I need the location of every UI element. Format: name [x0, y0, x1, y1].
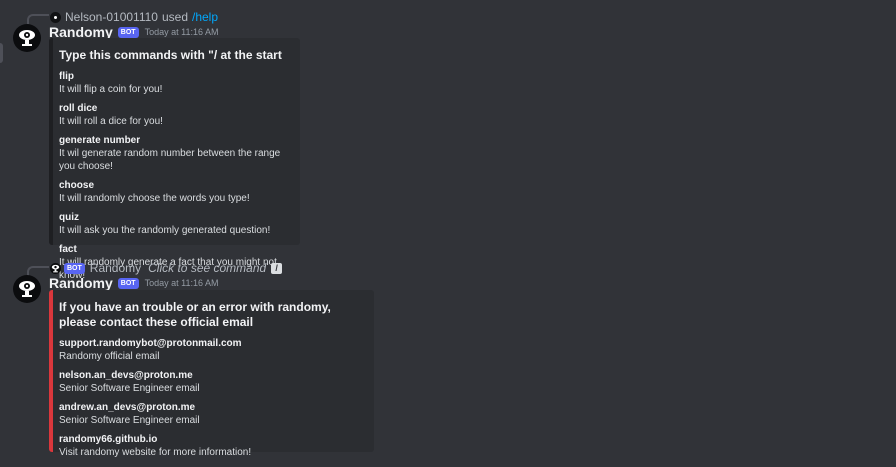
reply-connector [27, 14, 49, 24]
embed-field: randomy66.github.io Visit randomy websit… [59, 433, 362, 459]
reply-username[interactable]: Nelson-01001110 [65, 10, 158, 24]
field-value: It will randomly choose the words you ty… [59, 193, 250, 204]
field-name[interactable]: nelson.an_devs@proton.me [59, 369, 362, 382]
contact-embed: If you have an trouble or an error with … [49, 290, 374, 458]
embed-field: support.randomybot@protonmail.com Random… [59, 337, 362, 363]
scroll-indicator [0, 43, 3, 63]
bot-badge: BOT [117, 26, 139, 38]
bot-avatar[interactable] [13, 24, 41, 52]
field-value: It wil generate random number between th… [59, 148, 281, 172]
author-name[interactable]: Randomy [49, 275, 113, 291]
field-name: choose [59, 180, 95, 191]
field-value: Randomy official email [59, 351, 160, 362]
message-timestamp[interactable]: Today at 11:16 AM [145, 27, 219, 37]
embed-title: Type this commands with "/ at the start [59, 48, 282, 62]
field-value: Senior Software Engineer email [59, 415, 200, 426]
reply-preview[interactable]: BOT Randomy Click to see command / [50, 261, 283, 275]
field-value: It will roll a dice for you! [59, 116, 163, 127]
bot-mini-avatar-icon[interactable] [50, 262, 61, 274]
field-value: It will ask you the randomly generated q… [59, 225, 271, 236]
message-timestamp[interactable]: Today at 11:16 AM [145, 278, 219, 288]
field-name: flip [59, 71, 74, 82]
field-name: generate number [59, 135, 141, 146]
reply-command-link[interactable]: /help [192, 10, 218, 24]
bot-avatar[interactable] [13, 275, 41, 303]
reply-username[interactable]: Randomy [90, 261, 141, 275]
field-name: quiz [59, 212, 79, 223]
embed-field: roll dice It will roll a dice for you! [59, 102, 288, 128]
embed-field: choose It will randomly choose the words… [59, 179, 288, 205]
field-name[interactable]: andrew.an_devs@proton.me [59, 401, 362, 414]
embed-field: generate number It wil generate random n… [59, 134, 288, 173]
field-value: It will flip a coin for you! [59, 84, 163, 95]
slash-command-icon[interactable]: / [271, 262, 283, 274]
robot-eye-icon [19, 281, 35, 297]
robot-eye-icon [19, 30, 35, 46]
bot-badge: BOT [117, 277, 139, 289]
reply-action: used [161, 10, 188, 24]
message-header: Randomy BOT Today at 11:16 AM [49, 275, 218, 291]
embed-field: quiz It will ask you the randomly genera… [59, 211, 288, 237]
field-value: Senior Software Engineer email [59, 383, 200, 394]
help-embed: Type this commands with "/ at the start … [49, 38, 300, 281]
reply-preview[interactable]: Nelson-01001110 used /help [50, 10, 218, 24]
embed-title: If you have an trouble or an error with … [59, 300, 331, 329]
reply-command-hint[interactable]: Click to see command [148, 261, 266, 275]
embed-field: andrew.an_devs@proton.me Senior Software… [59, 401, 362, 427]
user-mini-avatar[interactable] [50, 11, 61, 23]
embed-field: flip It will flip a coin for you! [59, 70, 288, 96]
bot-badge: BOT [64, 262, 85, 274]
field-name: fact [59, 244, 77, 255]
field-name: roll dice [59, 103, 98, 114]
field-name[interactable]: support.randomybot@protonmail.com [59, 337, 362, 350]
embed-field: nelson.an_devs@proton.me Senior Software… [59, 369, 362, 395]
field-value: Visit randomy website for more informati… [59, 447, 252, 458]
field-name[interactable]: randomy66.github.io [59, 433, 362, 446]
